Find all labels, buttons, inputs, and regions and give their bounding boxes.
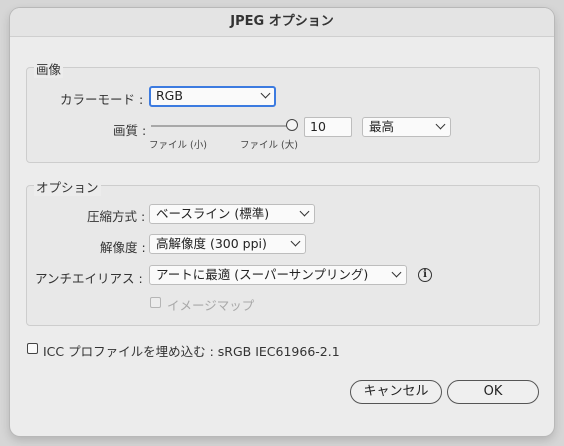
dialog-title: JPEG オプション: [10, 8, 554, 37]
quality-preset-value: 最高: [369, 119, 395, 134]
color-mode-value: RGB: [156, 88, 183, 103]
quality-slider-track[interactable]: [151, 125, 288, 127]
icc-label: ICC プロファイルを埋め込む : sRGB IEC61966-2.1: [43, 344, 340, 359]
color-mode-select[interactable]: RGB: [149, 86, 276, 107]
quality-slider-handle[interactable]: [286, 119, 298, 131]
chevron-down-icon: [260, 88, 271, 99]
compression-value: ベースライン (標準): [156, 206, 270, 221]
resolution-label: 解像度 :: [100, 240, 146, 255]
quality-label: 画質 :: [113, 123, 147, 138]
antialias-select[interactable]: アートに最適 (スーパーサンプリング): [149, 265, 407, 285]
imagemap-checkbox[interactable]: [150, 297, 161, 308]
info-icon[interactable]: i: [418, 268, 432, 282]
chevron-down-icon: [391, 267, 402, 278]
ok-button[interactable]: OK: [447, 380, 539, 404]
color-mode-label: カラーモード :: [60, 92, 144, 107]
image-group-title: 画像: [34, 59, 64, 78]
chevron-down-icon: [299, 206, 310, 217]
resolution-value: 高解像度 (300 ppi): [156, 236, 267, 251]
slider-max-label: ファイル (大): [240, 140, 298, 151]
imagemap-label: イメージマップ: [167, 298, 255, 313]
antialias-label: アンチエイリアス :: [35, 271, 143, 286]
jpeg-options-dialog: JPEG オプション 画像 カラーモード : RGB 画質 : ファイル (小)…: [10, 8, 554, 436]
compression-select[interactable]: ベースライン (標準): [149, 204, 315, 224]
quality-input[interactable]: 10: [304, 117, 352, 137]
resolution-select[interactable]: 高解像度 (300 ppi): [149, 234, 306, 254]
icc-checkbox[interactable]: [27, 343, 38, 354]
chevron-down-icon: [435, 119, 446, 130]
quality-preset-select[interactable]: 最高: [362, 117, 451, 137]
chevron-down-icon: [290, 236, 301, 247]
options-group-title: オプション: [34, 177, 101, 196]
slider-min-label: ファイル (小): [149, 140, 207, 151]
antialias-value: アートに最適 (スーパーサンプリング): [156, 267, 369, 282]
compression-label: 圧縮方式 :: [87, 209, 146, 224]
cancel-button[interactable]: キャンセル: [350, 380, 442, 404]
